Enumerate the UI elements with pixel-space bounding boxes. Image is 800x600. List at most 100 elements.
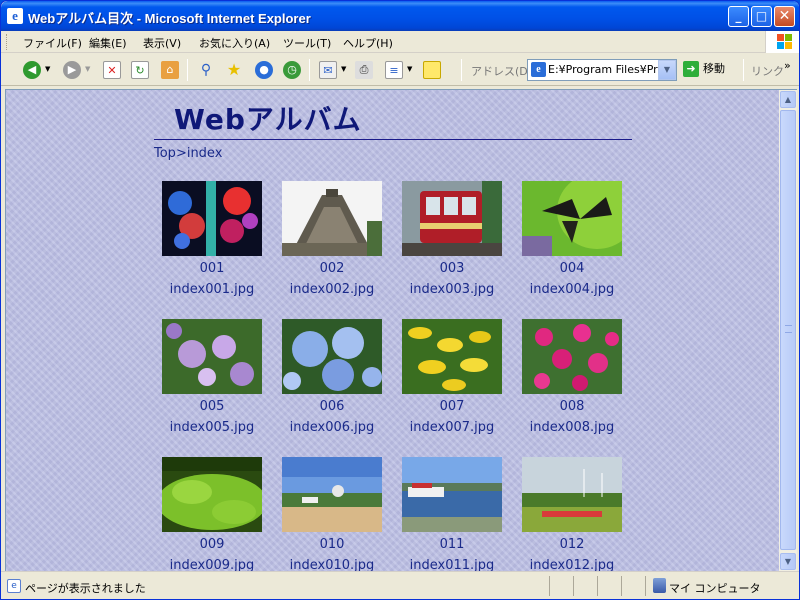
item-number[interactable]: 004 <box>522 260 622 278</box>
menu-help[interactable]: ヘルプ(H) <box>343 35 393 51</box>
thumbnail-011[interactable] <box>402 457 502 532</box>
menu-tools[interactable]: ツール(T) <box>283 35 331 51</box>
thumbnail-012[interactable] <box>522 457 622 532</box>
chevron-down-icon: ▼ <box>663 65 671 74</box>
forward-dropdown-icon[interactable]: ▼ <box>85 65 90 73</box>
thumbnail-007[interactable] <box>402 319 502 394</box>
album-item: 012 index012.jpg <box>522 457 622 571</box>
mail-icon[interactable]: ✉ <box>319 61 337 79</box>
toolbar-separator <box>309 59 310 81</box>
item-number[interactable]: 011 <box>402 536 502 554</box>
thumbnail-005[interactable] <box>162 319 262 394</box>
edit-dropdown-icon[interactable]: ▼ <box>407 65 412 73</box>
standard-toolbar: ◀ ▼ ▶ ▼ ✕ ↻ ⌂ ⚲ ★ ● ◷ ✉ ▼ ⎙ ≡ ▼ アドレス(D) … <box>1 53 799 86</box>
status-pane <box>573 576 574 596</box>
menu-bar: ファイル(F) 編集(E) 表示(V) お気に入り(A) ツール(T) ヘルプ(… <box>1 31 799 53</box>
maximize-button[interactable]: □ <box>751 6 772 27</box>
edit-icon[interactable]: ≡ <box>385 61 403 79</box>
status-pane <box>549 576 550 596</box>
menu-edit[interactable]: 編集(E) <box>89 35 127 51</box>
status-pane <box>645 576 646 596</box>
minimize-button[interactable]: _ <box>728 6 749 27</box>
mail-dropdown-icon[interactable]: ▼ <box>341 65 346 73</box>
album-item: 011 index011.jpg <box>402 457 502 571</box>
go-button[interactable]: ➜ 移動 <box>683 60 725 80</box>
item-number[interactable]: 006 <box>282 398 382 416</box>
item-number[interactable]: 002 <box>282 260 382 278</box>
album-item: 009 index009.jpg <box>162 457 262 571</box>
item-filename[interactable]: index005.jpg <box>162 419 262 437</box>
thumbnail-010[interactable] <box>282 457 382 532</box>
address-dropdown-button[interactable]: ▼ <box>658 60 676 80</box>
thumbnail-002[interactable] <box>282 181 382 256</box>
ie-icon: e <box>7 8 23 24</box>
item-number[interactable]: 007 <box>402 398 502 416</box>
address-input[interactable]: e E:¥Program Files¥Pre <box>527 59 677 81</box>
refresh-icon[interactable]: ↻ <box>131 61 149 79</box>
album-item: 005 index005.jpg <box>162 319 262 437</box>
thumbnail-009[interactable] <box>162 457 262 532</box>
window-title: Webアルバム目次 - Microsoft Internet Explorer <box>28 11 311 26</box>
album-item: 006 index006.jpg <box>282 319 382 437</box>
item-filename[interactable]: index010.jpg <box>282 557 382 571</box>
status-bar: e ページが表示されました マイ コンピュータ <box>1 571 799 599</box>
thumbnail-008[interactable] <box>522 319 622 394</box>
menu-favorites[interactable]: お気に入り(A) <box>199 35 270 51</box>
item-number[interactable]: 001 <box>162 260 262 278</box>
close-button[interactable]: ✕ <box>774 6 795 27</box>
stop-icon[interactable]: ✕ <box>103 61 121 79</box>
security-zone: マイ コンピュータ <box>669 582 761 595</box>
scroll-up-button[interactable]: ▲ <box>780 91 796 108</box>
discuss-icon[interactable] <box>423 61 441 79</box>
thumbnail-006[interactable] <box>282 319 382 394</box>
page-done-icon: e <box>7 579 21 593</box>
item-filename[interactable]: index002.jpg <box>282 281 382 299</box>
item-number[interactable]: 008 <box>522 398 622 416</box>
address-value: E:¥Program Files¥Pre <box>548 63 665 76</box>
page-title: Webアルバム <box>174 103 362 136</box>
history-icon[interactable]: ◷ <box>283 61 301 79</box>
album-item: 007 index007.jpg <box>402 319 502 437</box>
menu-view[interactable]: 表示(V) <box>143 35 181 51</box>
item-filename[interactable]: index004.jpg <box>522 281 622 299</box>
thumbnail-004[interactable] <box>522 181 622 256</box>
back-dropdown-icon[interactable]: ▼ <box>45 65 50 73</box>
item-filename[interactable]: index001.jpg <box>162 281 262 299</box>
album-item: 003 index003.jpg <box>402 181 502 299</box>
toolbar-more-icon[interactable]: » <box>784 59 791 72</box>
vertical-scrollbar[interactable]: ▲ ▼ <box>779 89 797 571</box>
thumbnail-003[interactable] <box>402 181 502 256</box>
media-icon[interactable]: ● <box>255 61 273 79</box>
scroll-thumb[interactable] <box>780 110 796 550</box>
forward-icon[interactable]: ▶ <box>63 61 81 79</box>
menu-file[interactable]: ファイル(F) <box>23 35 82 51</box>
album-item: 004 index004.jpg <box>522 181 622 299</box>
item-filename[interactable]: index009.jpg <box>162 557 262 571</box>
breadcrumb[interactable]: Top>index <box>154 146 222 161</box>
item-number[interactable]: 003 <box>402 260 502 278</box>
item-filename[interactable]: index007.jpg <box>402 419 502 437</box>
address-label: アドレス(D) <box>471 65 533 78</box>
back-icon[interactable]: ◀ <box>23 61 41 79</box>
item-number[interactable]: 012 <box>522 536 622 554</box>
menu-grip[interactable] <box>6 34 9 50</box>
thumbnail-001[interactable] <box>162 181 262 256</box>
title-bar[interactable]: e Webアルバム目次 - Microsoft Internet Explore… <box>1 1 799 31</box>
item-filename[interactable]: index008.jpg <box>522 419 622 437</box>
maximize-icon: □ <box>755 9 768 23</box>
item-filename[interactable]: index003.jpg <box>402 281 502 299</box>
search-icon[interactable]: ⚲ <box>197 61 215 79</box>
links-label[interactable]: リンク <box>751 63 784 79</box>
favorites-star-icon[interactable]: ★ <box>225 61 243 79</box>
item-filename[interactable]: index012.jpg <box>522 557 622 571</box>
item-filename[interactable]: index011.jpg <box>402 557 502 571</box>
status-pane <box>597 576 598 596</box>
scroll-down-button[interactable]: ▼ <box>780 553 796 570</box>
item-number[interactable]: 010 <box>282 536 382 554</box>
item-number[interactable]: 005 <box>162 398 262 416</box>
item-filename[interactable]: index006.jpg <box>282 419 382 437</box>
home-icon[interactable]: ⌂ <box>161 61 179 79</box>
print-icon[interactable]: ⎙ <box>355 61 373 79</box>
item-number[interactable]: 009 <box>162 536 262 554</box>
album-item: 010 index010.jpg <box>282 457 382 571</box>
